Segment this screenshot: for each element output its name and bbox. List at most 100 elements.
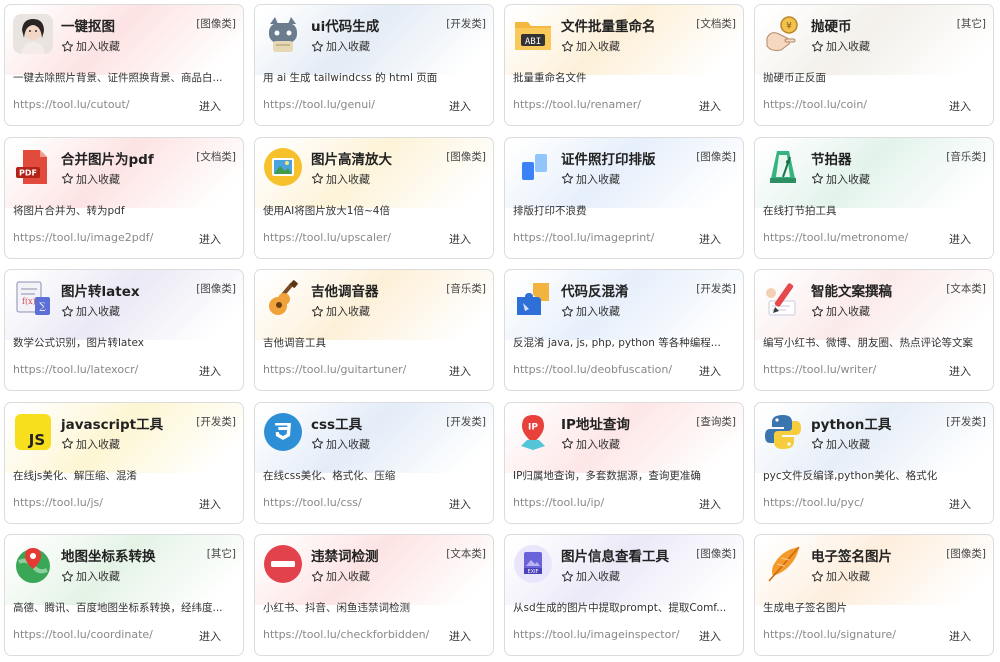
tool-card[interactable]: 一键抠图 [图像类] 加入收藏 一键去除照片背景、证件照换背景、商品白... h…: [4, 4, 244, 126]
tool-card[interactable]: 违禁词检测 [文本类] 加入收藏 小红书、抖音、闲鱼违禁词检测 https://…: [254, 534, 494, 656]
tool-url-link[interactable]: https://tool.lu/metronome/: [763, 231, 908, 244]
add-favorite-button[interactable]: 加入收藏: [311, 171, 370, 187]
enter-button[interactable]: 进入: [199, 363, 221, 379]
add-favorite-button[interactable]: 加入收藏: [811, 171, 870, 187]
enter-button[interactable]: 进入: [699, 496, 721, 512]
tool-card[interactable]: 地图坐标系转换 [其它] 加入收藏 高德、腾讯、百度地图坐标系转换，经纬度...…: [4, 534, 244, 656]
enter-button[interactable]: 进入: [199, 496, 221, 512]
tool-title[interactable]: 抛硬币: [811, 15, 852, 35]
add-favorite-button[interactable]: 加入收藏: [811, 38, 870, 54]
add-favorite-button[interactable]: 加入收藏: [61, 171, 120, 187]
tool-url-link[interactable]: https://tool.lu/upscaler/: [263, 231, 391, 244]
tool-title[interactable]: 图片信息查看工具: [561, 545, 669, 565]
tool-card[interactable]: 证件照打印排版 [图像类] 加入收藏 排版打印不浪费 https://tool.…: [504, 136, 744, 259]
tool-card[interactable]: PDF 合并图片为pdf [文档类] 加入收藏 将图片合并为、转为pdf htt…: [4, 136, 244, 259]
enter-button[interactable]: 进入: [699, 628, 721, 644]
enter-button[interactable]: 进入: [699, 98, 721, 114]
enter-button[interactable]: 进入: [449, 98, 471, 114]
tool-card[interactable]: 节拍器 [音乐类] 加入收藏 在线打节拍工具 https://tool.lu/m…: [754, 136, 994, 259]
tool-url-link[interactable]: https://tool.lu/imageprint/: [513, 231, 654, 244]
tool-card[interactable]: 图片高清放大 [图像类] 加入收藏 使用AI将图片放大1倍~4倍 https:/…: [254, 136, 494, 259]
tool-title[interactable]: 合并图片为pdf: [61, 148, 154, 168]
tool-card[interactable]: ui代码生成 [开发类] 加入收藏 用 ai 生成 tailwindcss 的 …: [254, 4, 494, 126]
add-favorite-button[interactable]: 加入收藏: [61, 436, 120, 452]
tool-title[interactable]: javascript工具: [61, 413, 163, 433]
tool-card[interactable]: IP IP地址查询 [查询类] 加入收藏 IP归属地查询，多套数据源，查询更准确…: [504, 401, 744, 524]
tool-card[interactable]: 代码反混淆 [开发类] 加入收藏 反混淆 java, js, php, pyth…: [504, 269, 744, 391]
tool-card[interactable]: 智能文案撰稿 [文本类] 加入收藏 编写小红书、微博、朋友圈、热点评论等文案 h…: [754, 269, 994, 391]
enter-button[interactable]: 进入: [949, 98, 971, 114]
tool-title[interactable]: 吉他调音器: [311, 280, 379, 300]
enter-button[interactable]: 进入: [449, 231, 471, 247]
enter-button[interactable]: 进入: [449, 628, 471, 644]
tool-card[interactable]: python工具 [开发类] 加入收藏 pyc文件反编译,python美化、格式…: [754, 401, 994, 524]
tool-title[interactable]: ui代码生成: [311, 15, 379, 35]
enter-button[interactable]: 进入: [199, 231, 221, 247]
tool-url-link[interactable]: https://tool.lu/deobfuscation/: [513, 363, 672, 376]
tool-url-link[interactable]: https://tool.lu/checkforbidden/: [263, 628, 429, 641]
tool-title[interactable]: 代码反混淆: [561, 280, 629, 300]
add-favorite-button[interactable]: 加入收藏: [61, 303, 120, 319]
tool-url-link[interactable]: https://tool.lu/genui/: [263, 98, 375, 111]
tool-card[interactable]: ABI 文件批量重命名 [文档类] 加入收藏 批量重命名文件 https://t…: [504, 4, 744, 126]
add-favorite-button[interactable]: 加入收藏: [61, 568, 120, 584]
add-favorite-button[interactable]: 加入收藏: [561, 303, 620, 319]
tool-url-link[interactable]: https://tool.lu/signature/: [763, 628, 896, 641]
tool-card[interactable]: f(x) ∑ 图片转latex [图像类] 加入收藏 数学公式识别，图片转late…: [4, 269, 244, 391]
tool-title[interactable]: 证件照打印排版: [561, 148, 656, 168]
add-favorite-button[interactable]: 加入收藏: [561, 568, 620, 584]
add-favorite-button[interactable]: 加入收藏: [561, 436, 620, 452]
tool-title[interactable]: IP地址查询: [561, 413, 630, 433]
enter-button[interactable]: 进入: [699, 231, 721, 247]
tool-title[interactable]: 智能文案撰稿: [811, 280, 892, 300]
enter-button[interactable]: 进入: [949, 496, 971, 512]
tool-title[interactable]: 节拍器: [811, 148, 852, 168]
tool-url-link[interactable]: https://tool.lu/ip/: [513, 496, 604, 509]
tool-url-link[interactable]: https://tool.lu/imageinspector/: [513, 628, 680, 641]
tool-title[interactable]: 文件批量重命名: [561, 15, 656, 35]
tool-card[interactable]: css工具 [开发类] 加入收藏 在线css美化、格式化、压缩 https://…: [254, 401, 494, 524]
enter-button[interactable]: 进入: [949, 231, 971, 247]
add-favorite-button[interactable]: 加入收藏: [311, 38, 370, 54]
add-favorite-button[interactable]: 加入收藏: [311, 303, 370, 319]
add-favorite-button[interactable]: 加入收藏: [311, 436, 370, 452]
tool-url-link[interactable]: https://tool.lu/coordinate/: [13, 628, 153, 641]
tool-title[interactable]: 电子签名图片: [811, 545, 892, 565]
tool-url-link[interactable]: https://tool.lu/writer/: [763, 363, 876, 376]
tool-title[interactable]: css工具: [311, 413, 362, 433]
enter-button[interactable]: 进入: [949, 628, 971, 644]
tool-url-link[interactable]: https://tool.lu/cutout/: [13, 98, 130, 111]
tool-card[interactable]: 吉他调音器 [音乐类] 加入收藏 吉他调音工具 https://tool.lu/…: [254, 269, 494, 391]
tool-card[interactable]: JS javascript工具 [开发类] 加入收藏 在线js美化、解压缩、混淆…: [4, 401, 244, 524]
add-favorite-button[interactable]: 加入收藏: [561, 38, 620, 54]
enter-button[interactable]: 进入: [449, 496, 471, 512]
tool-title[interactable]: 图片转latex: [61, 280, 140, 300]
add-favorite-button[interactable]: 加入收藏: [311, 568, 370, 584]
enter-button[interactable]: 进入: [199, 98, 221, 114]
tool-url-link[interactable]: https://tool.lu/renamer/: [513, 98, 641, 111]
tool-url-link[interactable]: https://tool.lu/coin/: [763, 98, 867, 111]
add-favorite-button[interactable]: 加入收藏: [811, 568, 870, 584]
tool-title[interactable]: 地图坐标系转换: [61, 545, 156, 565]
enter-button[interactable]: 进入: [449, 363, 471, 379]
enter-button[interactable]: 进入: [949, 363, 971, 379]
tool-url-link[interactable]: https://tool.lu/latexocr/: [13, 363, 138, 376]
tool-url-link[interactable]: https://tool.lu/pyc/: [763, 496, 864, 509]
add-favorite-button[interactable]: 加入收藏: [561, 171, 620, 187]
tool-title[interactable]: 一键抠图: [61, 15, 115, 35]
tool-title[interactable]: python工具: [811, 413, 891, 433]
tool-title[interactable]: 图片高清放大: [311, 148, 392, 168]
tool-url-link[interactable]: https://tool.lu/js/: [13, 496, 103, 509]
tool-url-link[interactable]: https://tool.lu/css/: [263, 496, 362, 509]
tool-url-link[interactable]: https://tool.lu/image2pdf/: [13, 231, 153, 244]
tool-url-link[interactable]: https://tool.lu/guitartuner/: [263, 363, 406, 376]
tool-card[interactable]: 电子签名图片 [图像类] 加入收藏 生成电子签名图片 https://tool.…: [754, 534, 994, 656]
tool-title[interactable]: 违禁词检测: [311, 545, 379, 565]
enter-button[interactable]: 进入: [199, 628, 221, 644]
enter-button[interactable]: 进入: [699, 363, 721, 379]
tool-card[interactable]: EXIF 图片信息查看工具 [图像类] 加入收藏 从sd生成的图片中提取prom…: [504, 534, 744, 656]
add-favorite-button[interactable]: 加入收藏: [61, 38, 120, 54]
add-favorite-button[interactable]: 加入收藏: [811, 436, 870, 452]
add-favorite-button[interactable]: 加入收藏: [811, 303, 870, 319]
tool-card[interactable]: ¥ 抛硬币 [其它] 加入收藏 抛硬币正反面 https://tool.lu/c…: [754, 4, 994, 126]
